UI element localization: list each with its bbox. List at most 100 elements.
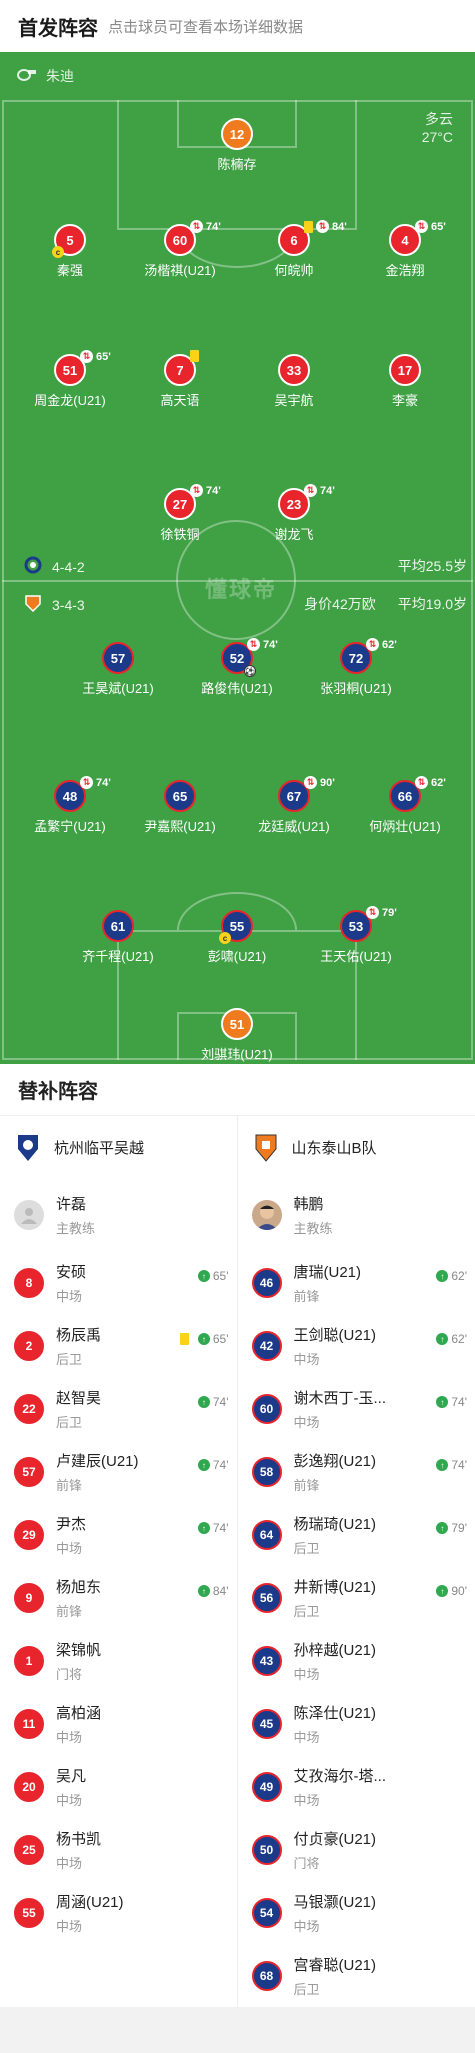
jersey-number: 12 xyxy=(221,118,253,150)
substitution-in-icon: ↑ xyxy=(197,1333,210,1345)
substitute-number: 55 xyxy=(14,1897,44,1928)
away-formation: 3-4-3 xyxy=(52,596,85,613)
jersey-number: 6 ⇅ 84' xyxy=(278,220,347,256)
substitute-row[interactable]: 11 高柏涵 中场 xyxy=(0,1692,237,1755)
substitute-position: 中场 xyxy=(56,1288,83,1304)
away-avg-age: 平均19.0岁 xyxy=(397,596,467,612)
substitute-row[interactable]: 20 吴凡 中场 xyxy=(0,1755,237,1818)
substitution-in-icon: ↑ xyxy=(436,1459,449,1471)
substitute-number: 43 xyxy=(251,1645,282,1676)
home-player[interactable]: 23 ⇅ 74' 谢龙飞 xyxy=(224,484,364,543)
player-number: 51 xyxy=(62,362,78,378)
jersey-number: 17 xyxy=(389,354,421,386)
substitute-row[interactable]: 64 杨瑞琦(U21) 后卫 ↑ 79' xyxy=(238,1503,475,1566)
substitute-name: 尹杰 xyxy=(56,1515,87,1533)
lineup-header: 首发阵容 点击球员可查看本场详细数据 xyxy=(0,0,475,52)
substitute-name: 杨旭东 xyxy=(56,1578,102,1596)
substitute-row[interactable]: 60 谢木西丁-玉... 中场 ↑ 74' xyxy=(238,1377,475,1440)
whistle-icon xyxy=(16,68,36,85)
substitute-name: 梁锦帆 xyxy=(56,1641,102,1659)
substitute-position: 前锋 xyxy=(56,1477,83,1493)
sub-in-minute: ↑ 62' xyxy=(436,1332,467,1346)
substitute-row[interactable]: 58 彭逸翔(U21) 前锋 ↑ 74' xyxy=(238,1440,475,1503)
substitute-row[interactable]: 42 王剑聪(U21) 中场 ↑ 62' xyxy=(238,1314,475,1377)
event-badges xyxy=(190,350,199,362)
substitute-number: 57 xyxy=(14,1456,44,1487)
substitute-position: 前锋 xyxy=(293,1288,320,1304)
substitute-number: 64 xyxy=(251,1519,282,1550)
substitute-position: 后卫 xyxy=(56,1351,83,1367)
substitute-row[interactable]: 45 陈泽仕(U21) 中场 xyxy=(238,1692,475,1755)
sub-in-minute: ↑ 62' xyxy=(436,1269,467,1283)
substitution-out-icon: ⇅ xyxy=(304,484,317,497)
player-name: 何炳壮(U21) xyxy=(369,819,441,834)
minute-text: 74' xyxy=(212,1458,229,1472)
home-player[interactable]: 12 陈楠存 xyxy=(167,118,307,173)
substitute-position: 中场 xyxy=(293,1351,320,1367)
substitute-number: 9 xyxy=(14,1582,44,1613)
substitution-in-icon: ↑ xyxy=(197,1459,210,1471)
substitute-row[interactable]: 29 尹杰 中场 ↑ 74' xyxy=(0,1503,237,1566)
player-number: 6 xyxy=(290,232,298,248)
substitutes-title: 替补阵容 xyxy=(0,1064,475,1116)
substitute-position: 门将 xyxy=(293,1855,320,1871)
substitution-out-icon: ⇅ xyxy=(415,776,428,789)
home-player[interactable]: 4 ⇅ 65' 金浩翔 xyxy=(335,220,475,279)
substitution-minute: 74' xyxy=(263,638,278,651)
weather-text: 多云 xyxy=(425,111,453,127)
minute-text: 65' xyxy=(212,1332,229,1346)
substitute-position: 中场 xyxy=(56,1540,83,1556)
substitute-number: 42 xyxy=(251,1330,282,1361)
substitute-row[interactable]: 49 艾孜海尔-塔... 中场 xyxy=(238,1755,475,1818)
away-player[interactable]: 66 ⇅ 62' 何炳壮(U21) xyxy=(335,776,475,835)
jersey-number: 65 xyxy=(164,780,196,812)
away-player[interactable]: 51 刘骐玮(U21) xyxy=(167,1008,307,1063)
substitute-row[interactable]: 50 付贞豪(U21) 门将 xyxy=(238,1818,475,1881)
substitution-minute: 65' xyxy=(96,350,111,363)
substitute-name: 杨辰禹 xyxy=(56,1326,102,1344)
substitute-name: 安硕 xyxy=(56,1263,87,1281)
substitution-in-icon: ↑ xyxy=(197,1396,210,1408)
substitute-position: 中场 xyxy=(56,1855,83,1871)
player-number: 4 xyxy=(401,232,409,248)
substitute-name: 彭逸翔(U21) xyxy=(293,1452,377,1470)
away-coach-row[interactable]: 韩鹏 主教练 xyxy=(238,1179,475,1251)
away-team-row[interactable]: 山东泰山B队 xyxy=(238,1116,475,1179)
event-badges: ⇅ 79' xyxy=(366,906,397,919)
substitution-out-icon: ⇅ xyxy=(304,776,317,789)
goal-ball-icon: ⚽ xyxy=(244,665,256,677)
away-player[interactable]: 72 ⇅ 62' 张羽桐(U21) xyxy=(286,638,426,697)
substitute-position: 前锋 xyxy=(293,1477,320,1493)
substitute-row[interactable]: 54 马银灏(U21) 中场 xyxy=(238,1881,475,1944)
substitute-row[interactable]: 22 赵智昊 后卫 ↑ 74' xyxy=(0,1377,237,1440)
substitute-row[interactable]: 68 宫睿聪(U21) 后卫 xyxy=(238,1944,475,2007)
jersey-number: 51 ⇅ 65' xyxy=(54,350,111,386)
player-number: 67 xyxy=(286,788,302,804)
substitute-row[interactable]: 43 孙梓越(U21) 中场 xyxy=(238,1629,475,1692)
jersey-number: 57 xyxy=(102,642,134,674)
jersey-number: 72 ⇅ 62' xyxy=(340,638,397,674)
home-coach-row[interactable]: 许磊 主教练 xyxy=(0,1179,237,1251)
substitute-row[interactable]: 1 梁锦帆 门将 xyxy=(0,1629,237,1692)
away-player[interactable]: 53 ⇅ 79' 王天佑(U21) xyxy=(286,906,426,965)
substitution-out-icon: ⇅ xyxy=(190,484,203,497)
substitute-row[interactable]: 57 卢建辰(U21) 前锋 ↑ 74' xyxy=(0,1440,237,1503)
substitute-number: 11 xyxy=(14,1708,44,1739)
substitute-position: 前锋 xyxy=(56,1603,83,1619)
home-team-row[interactable]: 杭州临平吴越 xyxy=(0,1116,237,1179)
substitute-row[interactable]: 25 杨书凯 中场 xyxy=(0,1818,237,1881)
home-player[interactable]: 17 李豪 xyxy=(335,354,475,409)
substitute-name: 马银灏(U21) xyxy=(293,1893,377,1911)
jersey-number: 55 c xyxy=(219,910,253,944)
substitute-row[interactable]: 2 杨辰禹 后卫 ↑ 65' xyxy=(0,1314,237,1377)
substitute-row[interactable]: 55 周涵(U21) 中场 xyxy=(0,1881,237,1944)
substitute-row[interactable]: 9 杨旭东 前锋 ↑ 84' xyxy=(0,1566,237,1629)
substitute-row[interactable]: 8 安硕 中场 ↑ 65' xyxy=(0,1251,237,1314)
player-number: 57 xyxy=(110,650,126,666)
event-badges: ⇅ 74' xyxy=(190,220,221,233)
player-number: 7 xyxy=(176,362,184,378)
substitute-row[interactable]: 46 唐瑞(U21) 前锋 ↑ 62' xyxy=(238,1251,475,1314)
substitute-row[interactable]: 56 井新博(U21) 后卫 ↑ 90' xyxy=(238,1566,475,1629)
away-team-name: 山东泰山B队 xyxy=(291,1140,377,1157)
substitution-minute: 74' xyxy=(206,220,221,233)
